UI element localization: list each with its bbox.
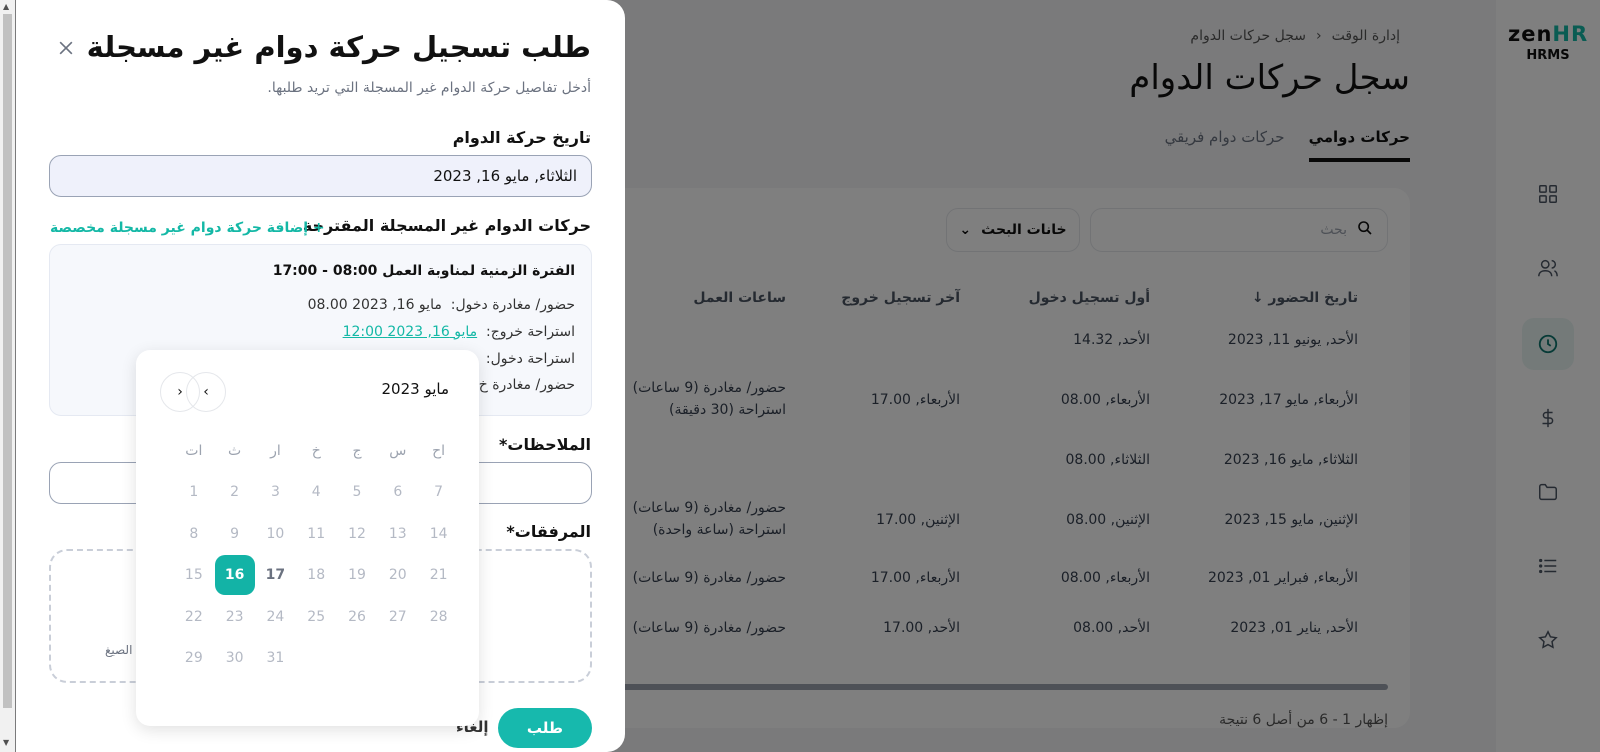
calendar-day[interactable]: 22 [173,609,214,625]
calendar-day[interactable]: 17 [255,567,296,583]
suggested-item: استراحة خروج: مايو 16, 2023 12:00 [342,324,575,340]
calendar-day[interactable]: 15 [173,567,214,583]
calendar-day[interactable]: 29 [173,650,214,666]
calendar-day[interactable]: 5 [337,484,378,500]
calendar-day[interactable]: 27 [377,609,418,625]
calendar-day[interactable]: 28 [418,609,459,625]
scrollbar-thumb[interactable] [3,14,12,708]
date-picker-popup: مايو 2023 › ‹ اح س ج خ ار ث ات 7 6 5 4 3 2 1 14… [136,350,479,726]
calendar-weekdays: اح س ج خ ار ث ات [185,442,446,459]
calendar-day[interactable]: 31 [255,650,296,666]
modal-subtitle: أدخل تفاصيل حركة الدوام غير المسجلة التي… [267,80,591,96]
suggested-item: حضور/ مغادرة خ [478,377,575,393]
calendar-day[interactable]: 18 [296,567,337,583]
calendar-days: 7 6 5 4 3 2 1 14 13 12 11 10 9 8 21 20 19 18 17 16 15 28 27 26 2… [173,472,459,680]
calendar-day[interactable]: 9 [214,526,255,542]
calendar-day[interactable]: 21 [418,567,459,583]
calendar-grid: اح س ج خ ار ث ات 7 6 5 4 3 2 1 14 13 12 11 10 9 8 21 20… [173,430,459,679]
calendar-week: 7654321 [173,472,459,514]
suggested-label: حركات الدوام غير المسجلة المقترحة [302,216,591,235]
date-label: تاريخ حركة الدوام [452,128,591,147]
calendar-week: 31 30 29 [173,638,459,680]
close-icon[interactable] [52,38,76,62]
calendar-day[interactable]: 23 [214,609,255,625]
calendar-day[interactable]: 8 [173,526,214,542]
calendar-day[interactable]: 19 [337,567,378,583]
add-custom-attendance-link[interactable]: + إضافة حركة دوام غير مسجلة مخصصة [50,220,325,236]
calendar-day[interactable]: 1 [173,484,214,500]
calendar-day[interactable]: 3 [255,484,296,500]
calendar-day[interactable]: 4 [296,484,337,500]
modal-title: طلب تسجيل حركة دوام غير مسجلة [86,30,591,64]
submit-button[interactable]: طلب [498,708,592,748]
chevron-left-icon[interactable]: ‹ [160,372,200,412]
calendar-week: 14 13 12 11 10 9 8 [173,513,459,555]
calendar-day[interactable]: 7 [418,484,459,500]
calendar-day[interactable]: 16 [214,555,255,596]
calendar-day[interactable]: 13 [377,526,418,542]
calendar-day[interactable]: 25 [296,609,337,625]
calendar-day[interactable]: 20 [377,567,418,583]
calendar-week: 21 20 19 18 17 16 15 [173,555,459,597]
calendar-week: 28 27 26 25 24 23 22 [173,596,459,638]
calendar-day[interactable]: 10 [255,526,296,542]
attachments-formats-hint: الصيغ [105,643,133,657]
scroll-up-arrow-icon[interactable]: ▲ [3,2,9,11]
scroll-down-arrow-icon[interactable]: ▼ [3,738,9,747]
notes-label: الملاحظات* [499,435,591,454]
suggested-item: استراحة دخول: [485,351,575,367]
suggested-item: حضور/ مغادرة دخول: مايو 16, 2023 08.00 [307,297,575,313]
shift-title: الفترة الزمنية لمناوبة العمل 08:00 - 17:… [272,263,575,279]
break-out-link[interactable]: مايو 16, 2023 12:00 [343,324,478,340]
calendar-day[interactable]: 12 [337,526,378,542]
calendar-day[interactable]: 6 [377,484,418,500]
calendar-day[interactable]: 24 [255,609,296,625]
calendar-day[interactable]: 26 [337,609,378,625]
date-field[interactable]: الثلاثاء, مايو 16, 2023 [49,155,592,197]
page-vertical-scrollbar[interactable]: ▲ ▼ [0,0,15,752]
attachments-label: المرفقات* [506,522,591,541]
calendar-day[interactable]: 14 [418,526,459,542]
calendar-month-label: مايو 2023 [381,380,449,398]
calendar-day[interactable]: 30 [214,650,255,666]
calendar-day[interactable]: 2 [214,484,255,500]
calendar-day[interactable]: 11 [296,526,337,542]
